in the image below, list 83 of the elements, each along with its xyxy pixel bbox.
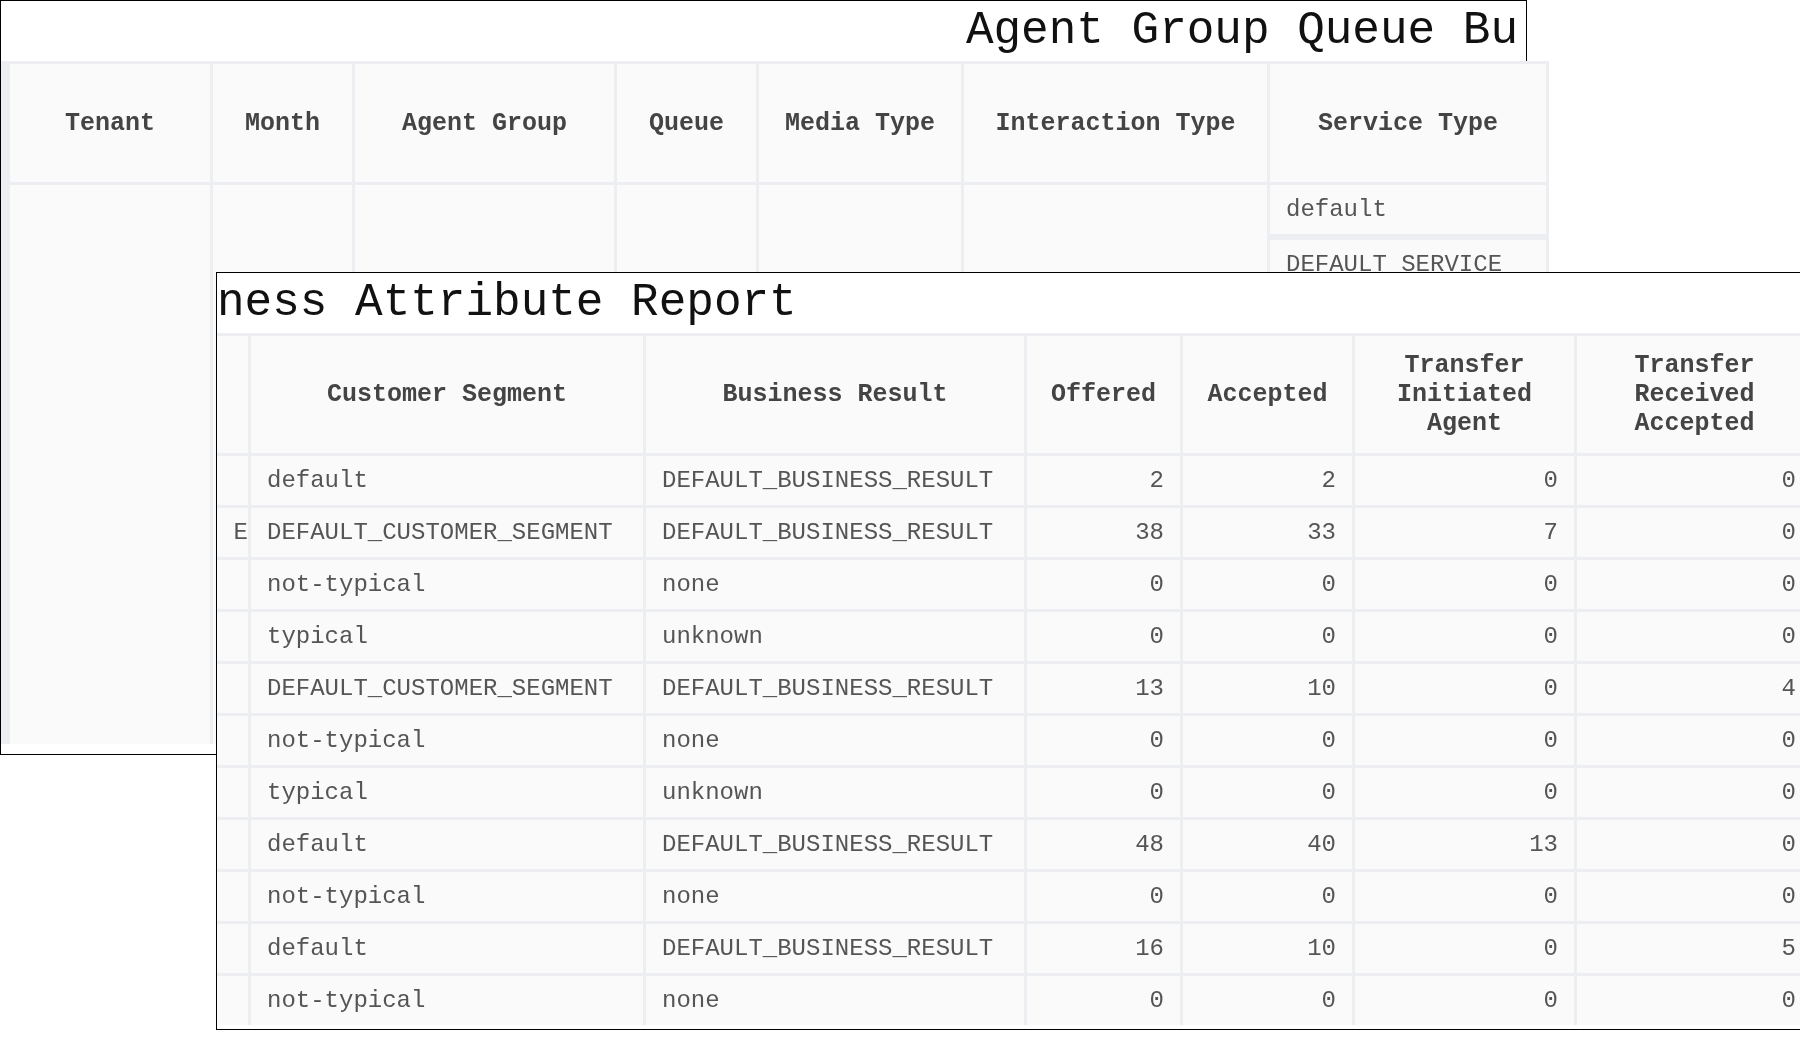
- table-cell: 0: [1183, 560, 1352, 609]
- table-cell: 0: [1355, 612, 1574, 661]
- column-header: Queue: [617, 64, 756, 182]
- table-cell: 0: [1577, 456, 1800, 505]
- table-cell: default: [251, 924, 643, 973]
- table-cell: 0: [1355, 456, 1574, 505]
- table-cell: DEFAULT_CUSTOMER_SEGMENT: [251, 664, 643, 713]
- column-header: Business Result: [646, 336, 1024, 453]
- table-cell: 4: [1577, 664, 1800, 713]
- table-cell: unknown: [646, 768, 1024, 817]
- table-cell: 0: [1355, 560, 1574, 609]
- table-cell: not-typical: [251, 560, 643, 609]
- table-cell: 0: [1355, 924, 1574, 973]
- column-header: Tenant: [10, 64, 210, 182]
- table-cell: 0: [1027, 768, 1180, 817]
- table-cell: 40: [1183, 820, 1352, 869]
- column-header: Customer Segment: [251, 336, 643, 453]
- table-cell: 0: [1355, 664, 1574, 713]
- table-cell: 0: [1577, 716, 1800, 765]
- table-cell: none: [646, 976, 1024, 1025]
- table-cell: typical: [251, 768, 643, 817]
- table-cell: 0: [1355, 716, 1574, 765]
- table-cell: 0: [1355, 872, 1574, 921]
- table-cell: 0: [1183, 768, 1352, 817]
- table-cell: 0: [1577, 508, 1800, 557]
- table-cell: none: [646, 560, 1024, 609]
- table-cell: 0: [1183, 872, 1352, 921]
- table-cell: 38: [1027, 508, 1180, 557]
- table-cell: DEFAULT_BUSINESS_RESULT: [646, 924, 1024, 973]
- table-cell: 0: [1183, 976, 1352, 1025]
- table-cell: not-typical: [251, 716, 643, 765]
- table-cell: 33: [1183, 508, 1352, 557]
- table-cell: E: [217, 508, 248, 557]
- column-header: Agent Group: [355, 64, 614, 182]
- column-header: Accepted: [1183, 336, 1352, 453]
- column-header: Media Type: [759, 64, 961, 182]
- table-cell: DEFAULT_BUSINESS_RESULT: [646, 508, 1024, 557]
- report-title: Agent Group Queue Bu: [965, 5, 1518, 57]
- column-header: Interaction Type: [964, 64, 1267, 182]
- column-header: Transfer Received Accepted: [1577, 336, 1800, 453]
- table-cell: DEFAULT_BUSINESS_RESULT: [646, 664, 1024, 713]
- table-cell: not-typical: [251, 976, 643, 1025]
- table-cell: none: [646, 872, 1024, 921]
- table-cell: 0: [1027, 612, 1180, 661]
- table-cell: 0: [1183, 716, 1352, 765]
- table-cell: not-typical: [251, 872, 643, 921]
- column-header: Transfer Initiated Agent: [1355, 336, 1574, 453]
- table-cell: 0: [1577, 560, 1800, 609]
- table-cell: 0: [1577, 820, 1800, 869]
- table-cell: 2: [1183, 456, 1352, 505]
- table-cell: 0: [1027, 872, 1180, 921]
- table-cell: 0: [1027, 560, 1180, 609]
- table-cell: default: [251, 820, 643, 869]
- table-cell: 2: [1027, 456, 1180, 505]
- column-header: Offered: [1027, 336, 1180, 453]
- table-cell: 0: [1027, 976, 1180, 1025]
- table-cell: typical: [251, 612, 643, 661]
- table-cell: unknown: [646, 612, 1024, 661]
- table-cell: 0: [1577, 872, 1800, 921]
- table-cell: default: [251, 456, 643, 505]
- table-cell: default: [1270, 185, 1546, 234]
- table-cell: 0: [1355, 768, 1574, 817]
- table-cell: none: [646, 716, 1024, 765]
- table-cell: 7: [1355, 508, 1574, 557]
- table-cell: 0: [1577, 976, 1800, 1025]
- table-cell: 0: [1027, 716, 1180, 765]
- table-cell: 10: [1183, 664, 1352, 713]
- table-cell: 0: [1183, 612, 1352, 661]
- table-cell: DEFAULT_BUSINESS_RESULT: [646, 820, 1024, 869]
- table-cell: 13: [1355, 820, 1574, 869]
- table-cell: 0: [1577, 768, 1800, 817]
- column-header: Month: [213, 64, 352, 182]
- table-cell: 10: [1183, 924, 1352, 973]
- table-cell: 5: [1577, 924, 1800, 973]
- table-cell: 13: [1027, 664, 1180, 713]
- column-header: Service Type: [1270, 64, 1546, 182]
- table-cell: 48: [1027, 820, 1180, 869]
- table-cell: 0: [1355, 976, 1574, 1025]
- report-title: ness Attribute Report: [217, 277, 797, 329]
- table-cell: 16: [1027, 924, 1180, 973]
- table-cell: DEFAULT_BUSINESS_RESULT: [646, 456, 1024, 505]
- table-cell: DEFAULT_CUSTOMER_SEGMENT: [251, 508, 643, 557]
- table-cell: 0: [1577, 612, 1800, 661]
